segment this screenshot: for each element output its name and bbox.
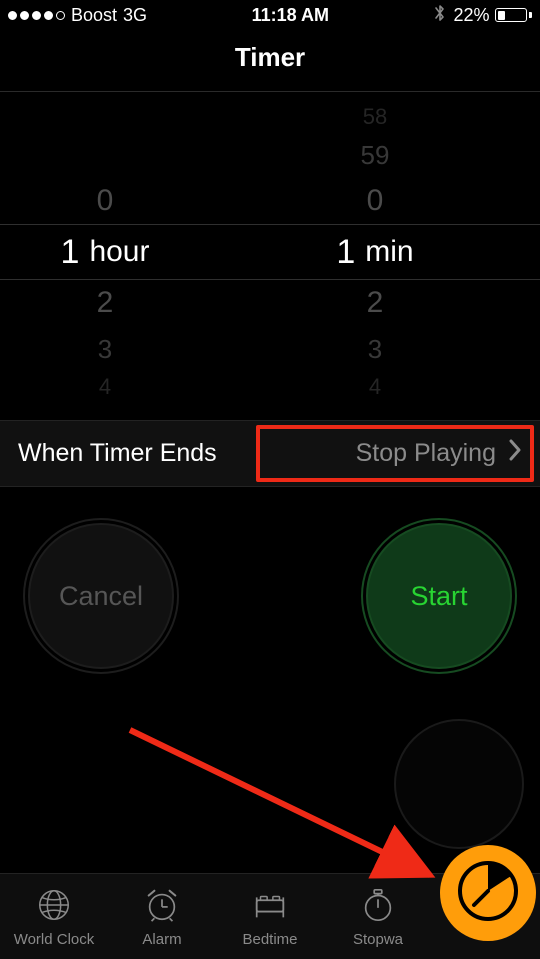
tab-label: World Clock <box>14 931 95 948</box>
tab-stopwatch[interactable]: Stopwa <box>324 886 432 948</box>
tab-label: Bedtime <box>242 931 297 948</box>
chevron-right-icon <box>508 439 522 468</box>
picker-selected-minute: 1min <box>336 224 413 280</box>
bed-icon <box>251 886 289 928</box>
timer-icon <box>453 856 523 931</box>
battery-icon <box>495 8 532 22</box>
start-button[interactable]: Start <box>366 523 512 669</box>
timer-floating-button[interactable] <box>440 845 536 941</box>
tab-world-clock[interactable]: World Clock <box>0 886 108 948</box>
hour-picker-column[interactable]: 0 1hour 2 3 4 <box>0 92 270 412</box>
tab-alarm[interactable]: Alarm <box>108 886 216 948</box>
tab-label: Alarm <box>142 931 181 948</box>
when-timer-ends-label: When Timer Ends <box>18 439 217 468</box>
signal-strength-icon <box>8 11 65 20</box>
tab-bedtime[interactable]: Bedtime <box>216 886 324 948</box>
network-label: 3G <box>123 5 147 26</box>
picker-item: 2 <box>97 280 114 326</box>
nav-bar: Timer <box>0 30 540 91</box>
when-timer-ends-row[interactable]: When Timer Ends Stop Playing <box>0 420 540 487</box>
when-timer-ends-value: Stop Playing <box>356 439 522 468</box>
stopwatch-icon <box>359 886 397 928</box>
picker-item: 59 <box>361 132 390 178</box>
alarm-clock-icon <box>143 886 181 928</box>
decorative-circle <box>394 719 524 849</box>
picker-selected-hour: 1hour <box>61 224 150 280</box>
picker-item: 0 <box>367 178 384 224</box>
globe-icon <box>35 886 73 928</box>
minute-picker-column[interactable]: 58 59 0 1min 2 3 4 <box>270 92 540 412</box>
cancel-button[interactable]: Cancel <box>28 523 174 669</box>
battery-pct-label: 22% <box>453 5 489 26</box>
picker-item: 4 <box>369 372 381 402</box>
page-title: Timer <box>0 42 540 73</box>
picker-item: 58 <box>363 102 387 132</box>
clock-time: 11:18 AM <box>252 5 329 26</box>
picker-item: 2 <box>367 280 384 326</box>
status-bar: Boost 3G 11:18 AM 22% <box>0 0 540 30</box>
picker-item: 3 <box>368 326 382 372</box>
status-left: Boost 3G <box>8 5 147 26</box>
status-right: 22% <box>433 3 532 28</box>
picker-item: 0 <box>97 178 114 224</box>
picker-item: 3 <box>98 326 112 372</box>
time-picker[interactable]: 0 1hour 2 3 4 58 59 0 1min 2 3 4 <box>0 92 540 412</box>
carrier-label: Boost <box>71 5 117 26</box>
bluetooth-icon <box>433 3 447 28</box>
picker-item: 4 <box>99 372 111 402</box>
button-row: Cancel Start <box>0 487 540 669</box>
tab-label: Stopwa <box>353 931 403 948</box>
